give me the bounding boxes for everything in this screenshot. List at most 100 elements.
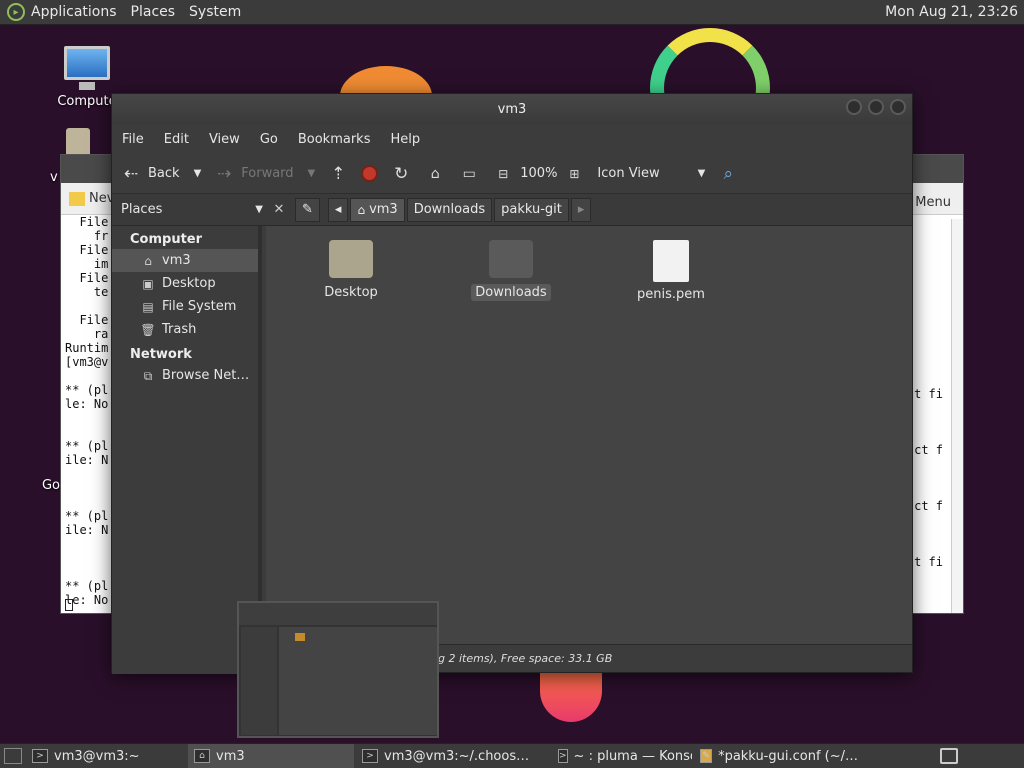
desktop-folder-icon — [329, 240, 373, 278]
back-history-chevron-icon[interactable]: ▼ — [194, 168, 202, 179]
zoom-level: 100% — [520, 166, 558, 181]
mate-logo-icon[interactable]: ▸ — [7, 3, 25, 21]
desktop-icon-go[interactable]: Go — [10, 478, 60, 493]
up-button[interactable]: ⇡ — [327, 163, 349, 185]
sidebar-item-label: Trash — [162, 322, 197, 337]
task-terminal-vm3[interactable]: > vm3@vm3:~ — [26, 744, 186, 768]
up-arrow-icon: ⇡ — [331, 163, 346, 184]
search-icon: ⌕ — [723, 163, 734, 184]
sidebar-item-vm3[interactable]: ⌂ vm3 — [112, 249, 258, 272]
places-menu[interactable]: Places — [131, 4, 176, 20]
view-mode-select[interactable]: Icon View ▼ — [597, 166, 705, 181]
menu-file[interactable]: File — [122, 132, 144, 147]
file-item-label: Desktop — [324, 285, 378, 300]
file-item-desktop[interactable]: Desktop — [306, 240, 396, 301]
location-bar: Places ▼ ✕ ✎ ◂ ⌂ vm3 Downloads pakku-git… — [112, 194, 912, 226]
sidebar-header-computer: Computer — [130, 232, 203, 247]
preview-folder-icon — [295, 633, 305, 641]
sidebar-item-desktop[interactable]: ▣ Desktop — [112, 272, 258, 295]
breadcrumb-vm3[interactable]: ⌂ vm3 — [350, 197, 405, 222]
home-icon: ⌂ — [357, 202, 366, 217]
menubar: File Edit View Go Bookmarks Help — [112, 124, 912, 154]
breadcrumb-downloads[interactable]: Downloads — [406, 197, 493, 222]
breadcrumb-right-arrow[interactable]: ▸ — [570, 197, 592, 222]
file-item-downloads[interactable]: Downloads — [466, 240, 556, 301]
back-label: Back — [148, 166, 180, 181]
forward-button[interactable]: ⇢ Forward ▼ — [213, 163, 315, 185]
desktop-icon-label: Go — [41, 478, 60, 493]
clock[interactable]: Mon Aug 21, 23:26 — [885, 4, 1018, 20]
folder-icon — [489, 240, 533, 278]
menu-help[interactable]: Help — [390, 132, 420, 147]
new-tab-icon[interactable] — [69, 191, 85, 206]
zoom-control: ⊟ 100% ⊞ — [492, 163, 585, 185]
task-file-manager-vm3[interactable]: ⌂ vm3 — [188, 743, 354, 768]
menu-bookmarks[interactable]: Bookmarks — [298, 132, 371, 147]
back-button[interactable]: ⇠ Back ▼ — [120, 163, 201, 185]
task-label: *pakku-gui.conf (~/… — [718, 748, 858, 764]
window-titlebar[interactable]: vm3 — [112, 94, 912, 124]
pencil-icon: ✎ — [302, 202, 313, 217]
zoom-out-icon[interactable]: ⊟ — [492, 163, 514, 185]
zoom-in-icon[interactable]: ⊞ — [563, 163, 585, 185]
text-editor-icon: ✎ — [700, 749, 713, 763]
terminal-text-fragment: t fi — [914, 387, 943, 401]
workspace-switcher[interactable] — [940, 748, 958, 764]
sidebar-item-browse-network[interactable]: ⧉ Browse Net… — [112, 364, 258, 387]
file-item-label: penis.pem — [637, 287, 705, 302]
file-view[interactable]: Desktop Downloads penis.pem — [266, 226, 912, 646]
maximize-button[interactable] — [868, 99, 884, 115]
file-item-label: Downloads — [471, 284, 551, 301]
computer-icon: ▭ — [462, 165, 476, 182]
minimize-button[interactable] — [846, 99, 862, 115]
sidebar-item-label: Desktop — [162, 276, 216, 291]
toolbar: ⇠ Back ▼ ⇢ Forward ▼ ⇡ ↻ ⌂ ▭ ⊟ 100% ⊞ Ic… — [112, 154, 912, 194]
edit-location-button[interactable]: ✎ — [295, 197, 320, 222]
window-preview-thumbnail[interactable] — [237, 601, 439, 738]
close-button[interactable] — [890, 99, 906, 115]
terminal-cursor — [65, 599, 73, 611]
sidebar-item-label: File System — [162, 299, 237, 314]
close-sidebar-icon[interactable]: ✕ — [269, 200, 289, 220]
sidebar-item-label: Browse Net… — [162, 368, 250, 383]
terminal-scrollbar[interactable] — [951, 219, 963, 613]
forward-arrow-icon: ⇢ — [217, 163, 232, 184]
reload-icon: ↻ — [394, 163, 409, 184]
show-desktop-button[interactable] — [4, 748, 22, 764]
sidebar-item-trash[interactable]: 🗑︎ Trash — [112, 318, 258, 341]
task-konsole[interactable]: > ~ : pluma — Konsole — [552, 744, 692, 768]
task-label: vm3 — [216, 748, 245, 764]
breadcrumb-pakku-git[interactable]: pakku-git — [494, 197, 569, 222]
sidebar-item-file-system[interactable]: ▤ File System — [112, 295, 258, 318]
terminal-text-fragment: t fi — [914, 555, 943, 569]
system-menu[interactable]: System — [189, 4, 241, 20]
file-manager-window[interactable]: vm3 File Edit View Go Bookmarks Help ⇠ B… — [111, 93, 913, 674]
home-button[interactable]: ⌂ — [424, 163, 446, 185]
file-item-penis-pem[interactable]: penis.pem — [626, 240, 716, 303]
reload-button[interactable]: ↻ — [390, 163, 412, 185]
terminal-icon: > — [558, 749, 568, 763]
view-mode-label: Icon View — [597, 166, 660, 181]
terminal-text-fragment: ct f — [914, 499, 943, 513]
search-button[interactable]: ⌕ — [717, 163, 739, 185]
bottom-panel: > vm3@vm3:~ ⌂ vm3 > vm3@vm3:~/.choos… > … — [0, 743, 1024, 768]
menu-edit[interactable]: Edit — [164, 132, 189, 147]
task-label: ~ : pluma — Konsole — [573, 748, 692, 764]
task-label: vm3@vm3:~ — [54, 748, 140, 764]
computer-button[interactable]: ▭ — [458, 163, 480, 185]
breadcrumb-left-arrow[interactable]: ◂ — [327, 197, 349, 222]
task-terminal-choose[interactable]: > vm3@vm3:~/.choos… — [356, 744, 550, 768]
forward-history-chevron-icon[interactable]: ▼ — [308, 168, 316, 179]
home-folder-icon: ⌂ — [194, 749, 210, 763]
menu-go[interactable]: Go — [260, 132, 278, 147]
menu-view[interactable]: View — [209, 132, 240, 147]
applications-menu[interactable]: Applications — [31, 4, 117, 20]
sidebar-header-network: Network — [130, 347, 192, 362]
task-pluma-editor[interactable]: ✎ *pakku-gui.conf (~/… — [694, 744, 864, 768]
sidebar-selector[interactable]: Places ▼ — [117, 202, 267, 217]
chevron-down-icon: ▼ — [255, 204, 263, 215]
desktop-folder-icon: ▣ — [142, 276, 154, 291]
home-folder-icon: ⌂ — [144, 253, 152, 268]
drive-icon: ▤ — [142, 299, 154, 314]
stop-button[interactable] — [361, 165, 379, 182]
